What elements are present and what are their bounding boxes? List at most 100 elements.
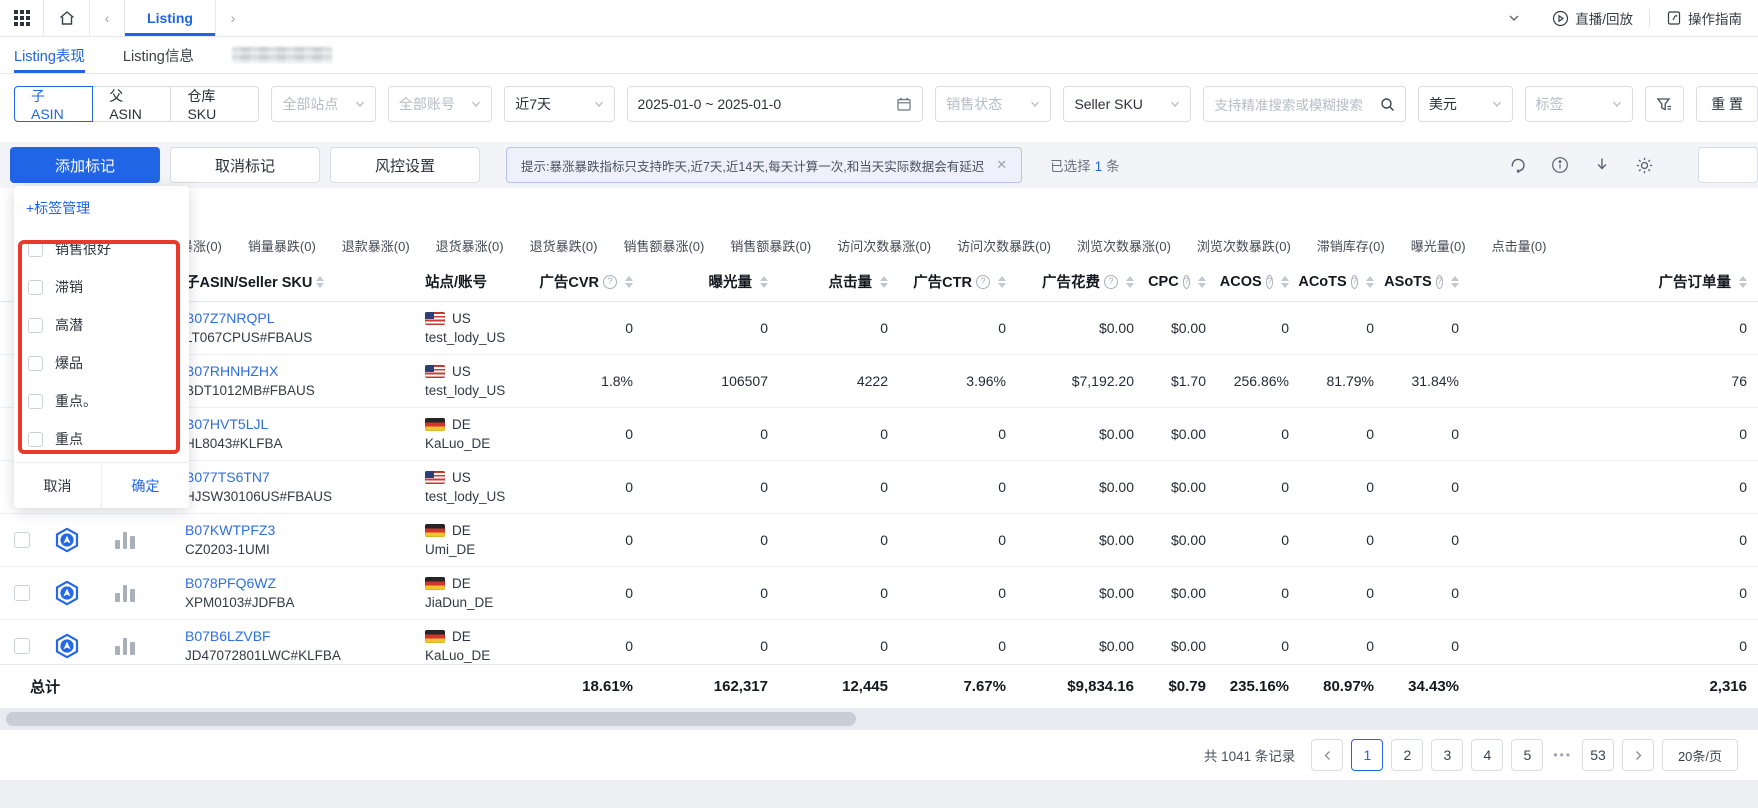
- checkbox-icon[interactable]: [28, 394, 43, 409]
- tag-manage-link[interactable]: +标签管理: [14, 186, 189, 226]
- tab-listing-performance[interactable]: Listing表现: [14, 37, 85, 73]
- sort-icon[interactable]: [1198, 276, 1206, 288]
- sort-icon[interactable]: [760, 276, 768, 288]
- trend-chart-icon[interactable]: [115, 637, 135, 655]
- tag-option[interactable]: 滞销: [14, 268, 189, 306]
- page-button[interactable]: 3: [1431, 739, 1463, 771]
- sort-icon[interactable]: [1126, 276, 1134, 288]
- page-button[interactable]: 2: [1391, 739, 1423, 771]
- metric-tab[interactable]: 销售额暴涨(0): [623, 236, 704, 255]
- asin-type-option[interactable]: 仓库SKU: [170, 86, 259, 122]
- tab-listing[interactable]: Listing: [124, 0, 216, 36]
- column-header[interactable]: 广告订单量: [1481, 271, 1758, 292]
- live-replay-button[interactable]: 直播/回放: [1536, 0, 1649, 36]
- checkbox-icon[interactable]: [28, 280, 43, 295]
- next-page-button[interactable]: [1622, 739, 1654, 771]
- metric-tab[interactable]: 退款暴涨(0): [342, 236, 410, 255]
- checkbox-icon[interactable]: [28, 318, 43, 333]
- search-type-select[interactable]: Seller SKU: [1063, 86, 1191, 122]
- refresh-icon[interactable]: [1509, 156, 1527, 174]
- asin-type-option[interactable]: 父ASIN: [92, 86, 171, 122]
- risk-control-button[interactable]: 风控设置: [330, 147, 480, 183]
- asin-link[interactable]: B07KWTPFZ3: [185, 521, 275, 540]
- column-header[interactable]: 点击量: [790, 271, 910, 292]
- account-select[interactable]: 全部账号: [388, 86, 492, 122]
- cancel-mark-button[interactable]: 取消标记: [170, 147, 320, 183]
- asin-link[interactable]: B078PFQ6WZ: [185, 574, 276, 593]
- help-icon[interactable]: ?: [603, 275, 617, 289]
- close-icon[interactable]: ✕: [996, 157, 1007, 173]
- asin-link[interactable]: B07B6LZVBF: [185, 627, 271, 646]
- trend-chart-icon[interactable]: [115, 584, 135, 602]
- sort-icon[interactable]: [998, 276, 1006, 288]
- column-header[interactable]: CPC?: [1156, 274, 1228, 290]
- help-icon[interactable]: ?: [976, 275, 990, 289]
- tag-cancel-button[interactable]: 取消: [14, 463, 101, 508]
- page-button[interactable]: 1: [1351, 739, 1383, 771]
- last-page-button[interactable]: 53: [1582, 739, 1614, 771]
- tag-option[interactable]: 爆品: [14, 344, 189, 382]
- sort-icon[interactable]: [625, 276, 633, 288]
- help-icon[interactable]: ?: [1183, 275, 1190, 289]
- sort-icon[interactable]: [316, 276, 324, 288]
- sort-icon[interactable]: [1366, 276, 1374, 288]
- asin-link[interactable]: B077TS6TN7: [185, 468, 270, 487]
- add-mark-button[interactable]: 添加标记: [10, 147, 160, 183]
- asin-link[interactable]: B07HVT5LJL: [185, 415, 268, 434]
- metric-tab[interactable]: 浏览次数暴涨(0): [1077, 236, 1171, 255]
- horizontal-scrollbar[interactable]: [0, 708, 1758, 730]
- asin-type-option[interactable]: 子ASIN: [14, 86, 93, 122]
- sort-icon[interactable]: [1739, 276, 1747, 288]
- currency-select[interactable]: 美元: [1418, 86, 1513, 122]
- column-header[interactable]: 子ASIN/Seller SKU: [160, 271, 405, 292]
- sort-icon[interactable]: [880, 276, 888, 288]
- asin-link[interactable]: B07Z7NRQPL: [185, 309, 274, 328]
- clipped-button[interactable]: [1698, 147, 1758, 183]
- sort-icon[interactable]: [1281, 276, 1289, 288]
- metric-tab[interactable]: 曝光量(0): [1411, 236, 1466, 255]
- tabs-dropdown-icon[interactable]: [1492, 0, 1536, 36]
- tag-option[interactable]: 重点: [14, 420, 189, 458]
- metric-tab[interactable]: 浏览次数暴跌(0): [1197, 236, 1291, 255]
- tag-option[interactable]: 销售很好: [14, 230, 189, 268]
- column-header[interactable]: 广告花费?: [1028, 271, 1156, 292]
- sort-icon[interactable]: [1451, 276, 1459, 288]
- metric-tab[interactable]: 点击量(0): [1492, 236, 1547, 255]
- help-icon[interactable]: ?: [1104, 275, 1118, 289]
- row-checkbox[interactable]: [14, 585, 30, 601]
- checkbox-icon[interactable]: [28, 242, 43, 257]
- page-button[interactable]: 4: [1471, 739, 1503, 771]
- column-header[interactable]: ASoTS?: [1396, 274, 1481, 290]
- metric-tab[interactable]: 滞销库存(0): [1317, 236, 1385, 255]
- site-select[interactable]: 全部站点: [271, 86, 375, 122]
- operation-guide-button[interactable]: 操作指南: [1650, 0, 1758, 36]
- column-header[interactable]: 广告CTR?: [910, 271, 1028, 292]
- row-checkbox[interactable]: [14, 532, 30, 548]
- help-icon[interactable]: ?: [1436, 275, 1443, 289]
- column-header[interactable]: 广告CVR?: [535, 271, 655, 292]
- asin-link[interactable]: B07RHNHZHX: [185, 362, 278, 381]
- metric-tab[interactable]: 访问次数暴跌(0): [957, 236, 1051, 255]
- metric-tab[interactable]: 退货暴跌(0): [530, 236, 598, 255]
- date-range-picker[interactable]: 2025-01-0 ~ 2025-01-0: [627, 86, 924, 122]
- column-header[interactable]: 曝光量: [655, 271, 790, 292]
- reset-button[interactable]: 重 置: [1696, 86, 1758, 122]
- help-icon[interactable]: ?: [1266, 275, 1273, 289]
- tab-listing-info[interactable]: Listing信息: [123, 37, 194, 73]
- checkbox-icon[interactable]: [28, 356, 43, 371]
- date-range-preset-select[interactable]: 近7天: [504, 86, 614, 122]
- scrollbar-thumb[interactable]: [6, 712, 856, 726]
- help-icon[interactable]: ?: [1351, 275, 1358, 289]
- search-input[interactable]: 支持精准搜索或模糊搜索: [1203, 86, 1406, 122]
- sale-status-select[interactable]: 销售状态: [935, 86, 1051, 122]
- tab-scroll-left-icon[interactable]: ‹: [90, 0, 124, 36]
- trend-chart-icon[interactable]: [115, 531, 135, 549]
- metric-tab[interactable]: 销量暴跌(0): [248, 236, 316, 255]
- row-checkbox[interactable]: [14, 638, 30, 654]
- tag-option[interactable]: 重点。: [14, 382, 189, 420]
- metric-tab[interactable]: 访问次数暴涨(0): [837, 236, 931, 255]
- tag-confirm-button[interactable]: 确定: [101, 463, 189, 508]
- page-size-select[interactable]: 20条/页: [1662, 739, 1738, 771]
- gear-icon[interactable]: [1635, 156, 1654, 175]
- home-icon[interactable]: [44, 0, 90, 36]
